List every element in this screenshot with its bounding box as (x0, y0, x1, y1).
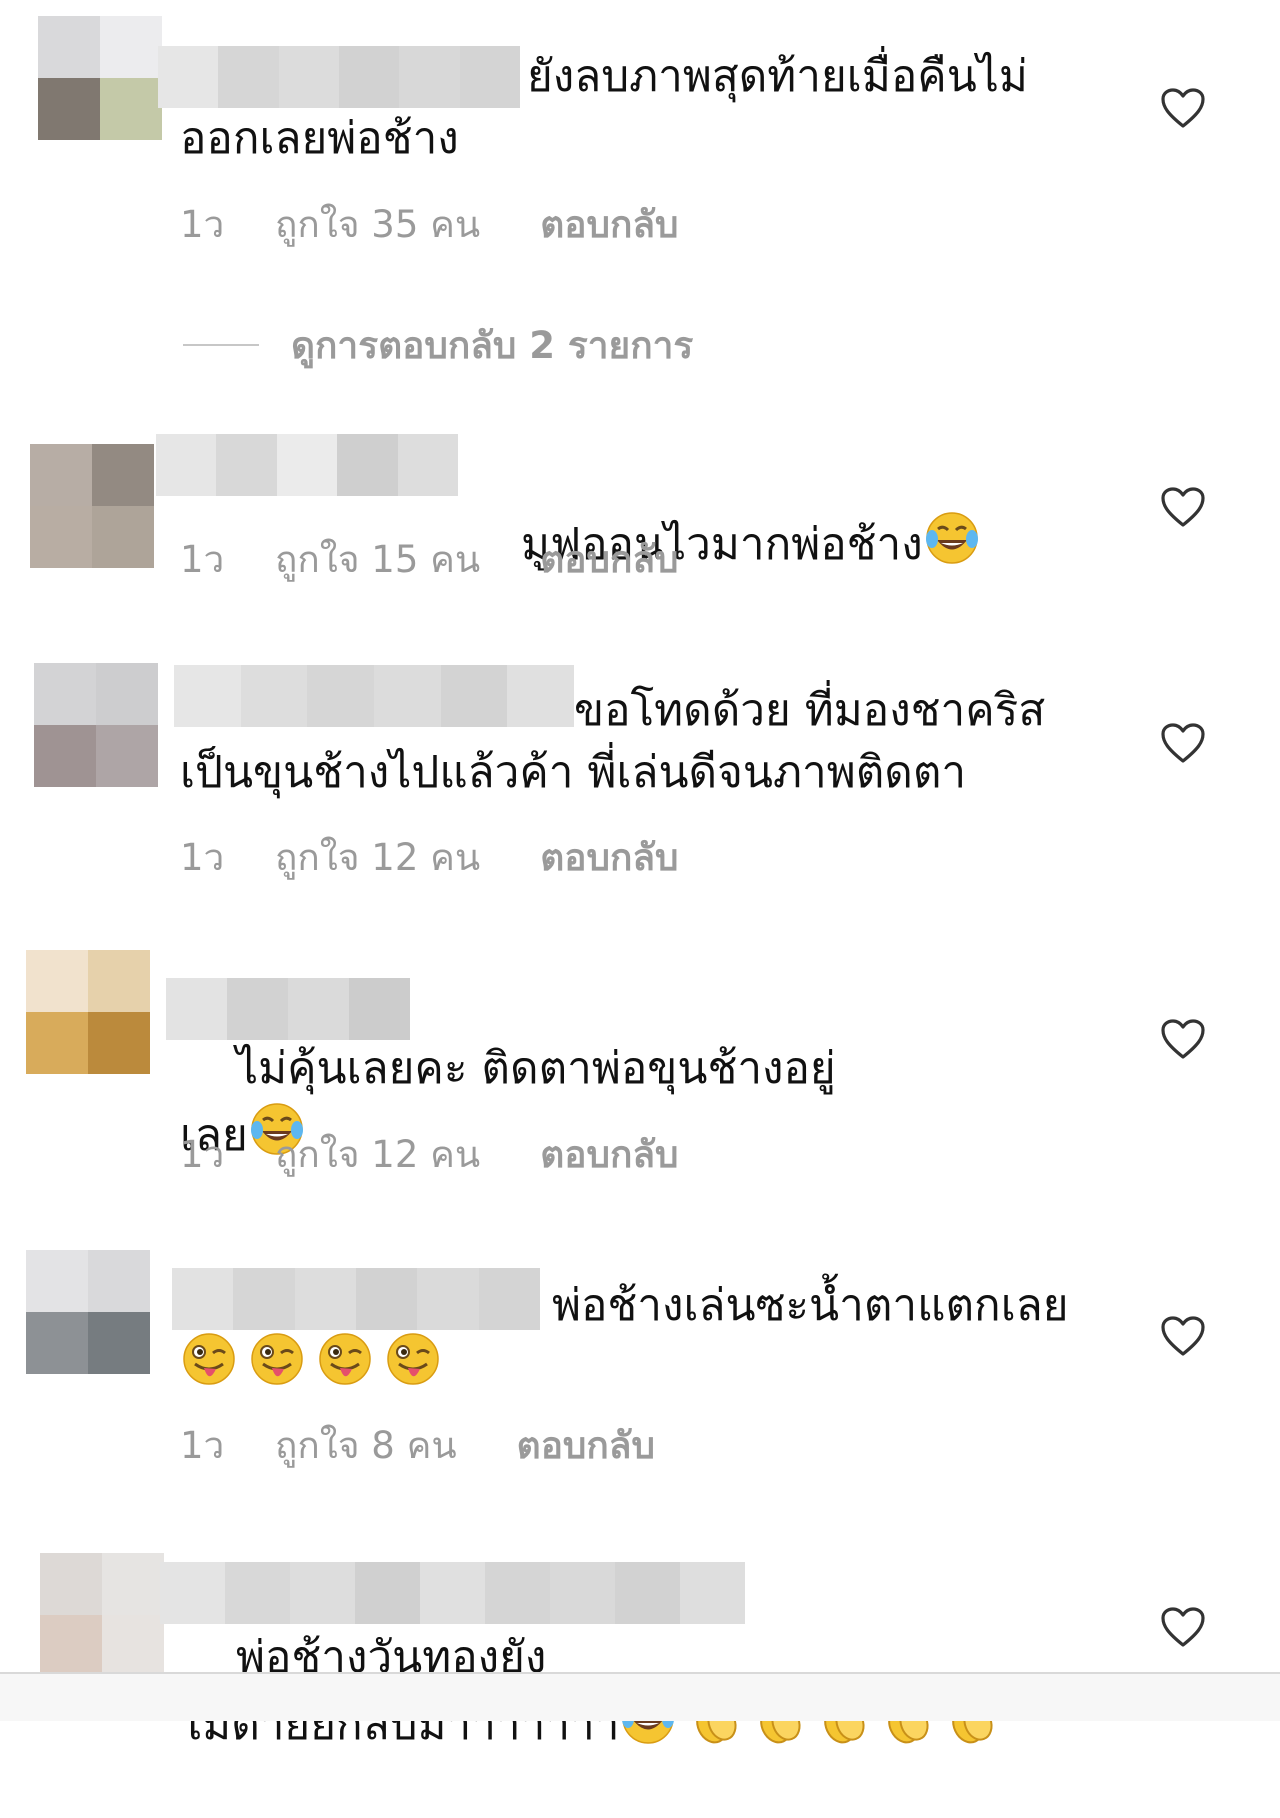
winking-tongue-emoji (316, 1330, 374, 1388)
comment-time: 1ว (180, 1424, 225, 1467)
comment-meta: 1ว ถูกใจ 12 คน ตอบกลับ (180, 1125, 679, 1184)
emoji-row (180, 1330, 442, 1388)
winking-tongue-emoji (384, 1330, 442, 1388)
reply-button[interactable]: ตอบกลับ (540, 828, 678, 887)
comment-text: ไม่คุ้นเลยคะ ติดตาพ่อขุนช้างอยู่ เลย (180, 976, 1080, 1229)
reply-button[interactable]: ตอบกลับ (517, 1416, 655, 1475)
like-heart-icon[interactable] (1160, 1018, 1206, 1060)
comment-time: 1ว (180, 538, 225, 581)
likes-count[interactable]: ถูกใจ 15 คน (275, 530, 480, 589)
comment-text: ยังลบภาพสุดท้ายเมื่อคืนไม่ ออกเลยพ่อช้าง (180, 51, 1028, 164)
avatar[interactable] (26, 1250, 150, 1374)
bottom-divider (0, 1672, 1280, 1721)
comment-text: ขอโทดด้วย ที่มองชาคริส เป็นขุนช้างไปแล้ว… (180, 685, 1046, 798)
view-replies-button[interactable]: ดูการตอบกลับ 2 รายการ (183, 320, 693, 370)
username-redacted[interactable] (156, 434, 458, 496)
comment-time: 1ว (180, 836, 225, 879)
like-heart-icon[interactable] (1160, 722, 1206, 764)
avatar[interactable] (30, 444, 154, 568)
winking-tongue-emoji (180, 1330, 238, 1388)
like-heart-icon[interactable] (1160, 1315, 1206, 1357)
avatar[interactable] (40, 1553, 164, 1677)
avatar[interactable] (26, 950, 150, 1074)
likes-count[interactable]: ถูกใจ 8 คน (275, 1416, 457, 1475)
comment-meta: 1ว ถูกใจ 8 คน ตอบกลับ (180, 1416, 655, 1475)
comment-time: 1ว (180, 203, 225, 246)
avatar[interactable] (34, 663, 158, 787)
comment-meta: 1ว ถูกใจ 12 คน ตอบกลับ (180, 828, 679, 887)
reply-button[interactable]: ตอบกลับ (540, 530, 678, 589)
comment-time: 1ว (180, 1133, 225, 1176)
like-heart-icon[interactable] (1160, 486, 1206, 528)
avatar[interactable] (38, 16, 162, 140)
tears-of-joy-emoji (923, 509, 981, 567)
username-redacted[interactable] (172, 1268, 540, 1330)
like-heart-icon[interactable] (1160, 1606, 1206, 1648)
divider-line (183, 344, 259, 346)
likes-count[interactable]: ถูกใจ 12 คน (275, 828, 480, 887)
view-replies-label: ดูการตอบกลับ 2 รายการ (291, 323, 694, 367)
winking-tongue-emoji (248, 1330, 306, 1388)
comment-meta: 1ว ถูกใจ 35 คน ตอบกลับ (180, 195, 679, 254)
likes-count[interactable]: ถูกใจ 35 คน (275, 195, 480, 254)
reply-button[interactable]: ตอบกลับ (540, 1125, 678, 1184)
reply-button[interactable]: ตอบกลับ (540, 195, 678, 254)
comment-meta: 1ว ถูกใจ 15 คน ตอบกลับ (180, 530, 679, 589)
like-heart-icon[interactable] (1160, 87, 1206, 129)
likes-count[interactable]: ถูกใจ 12 คน (275, 1125, 480, 1184)
